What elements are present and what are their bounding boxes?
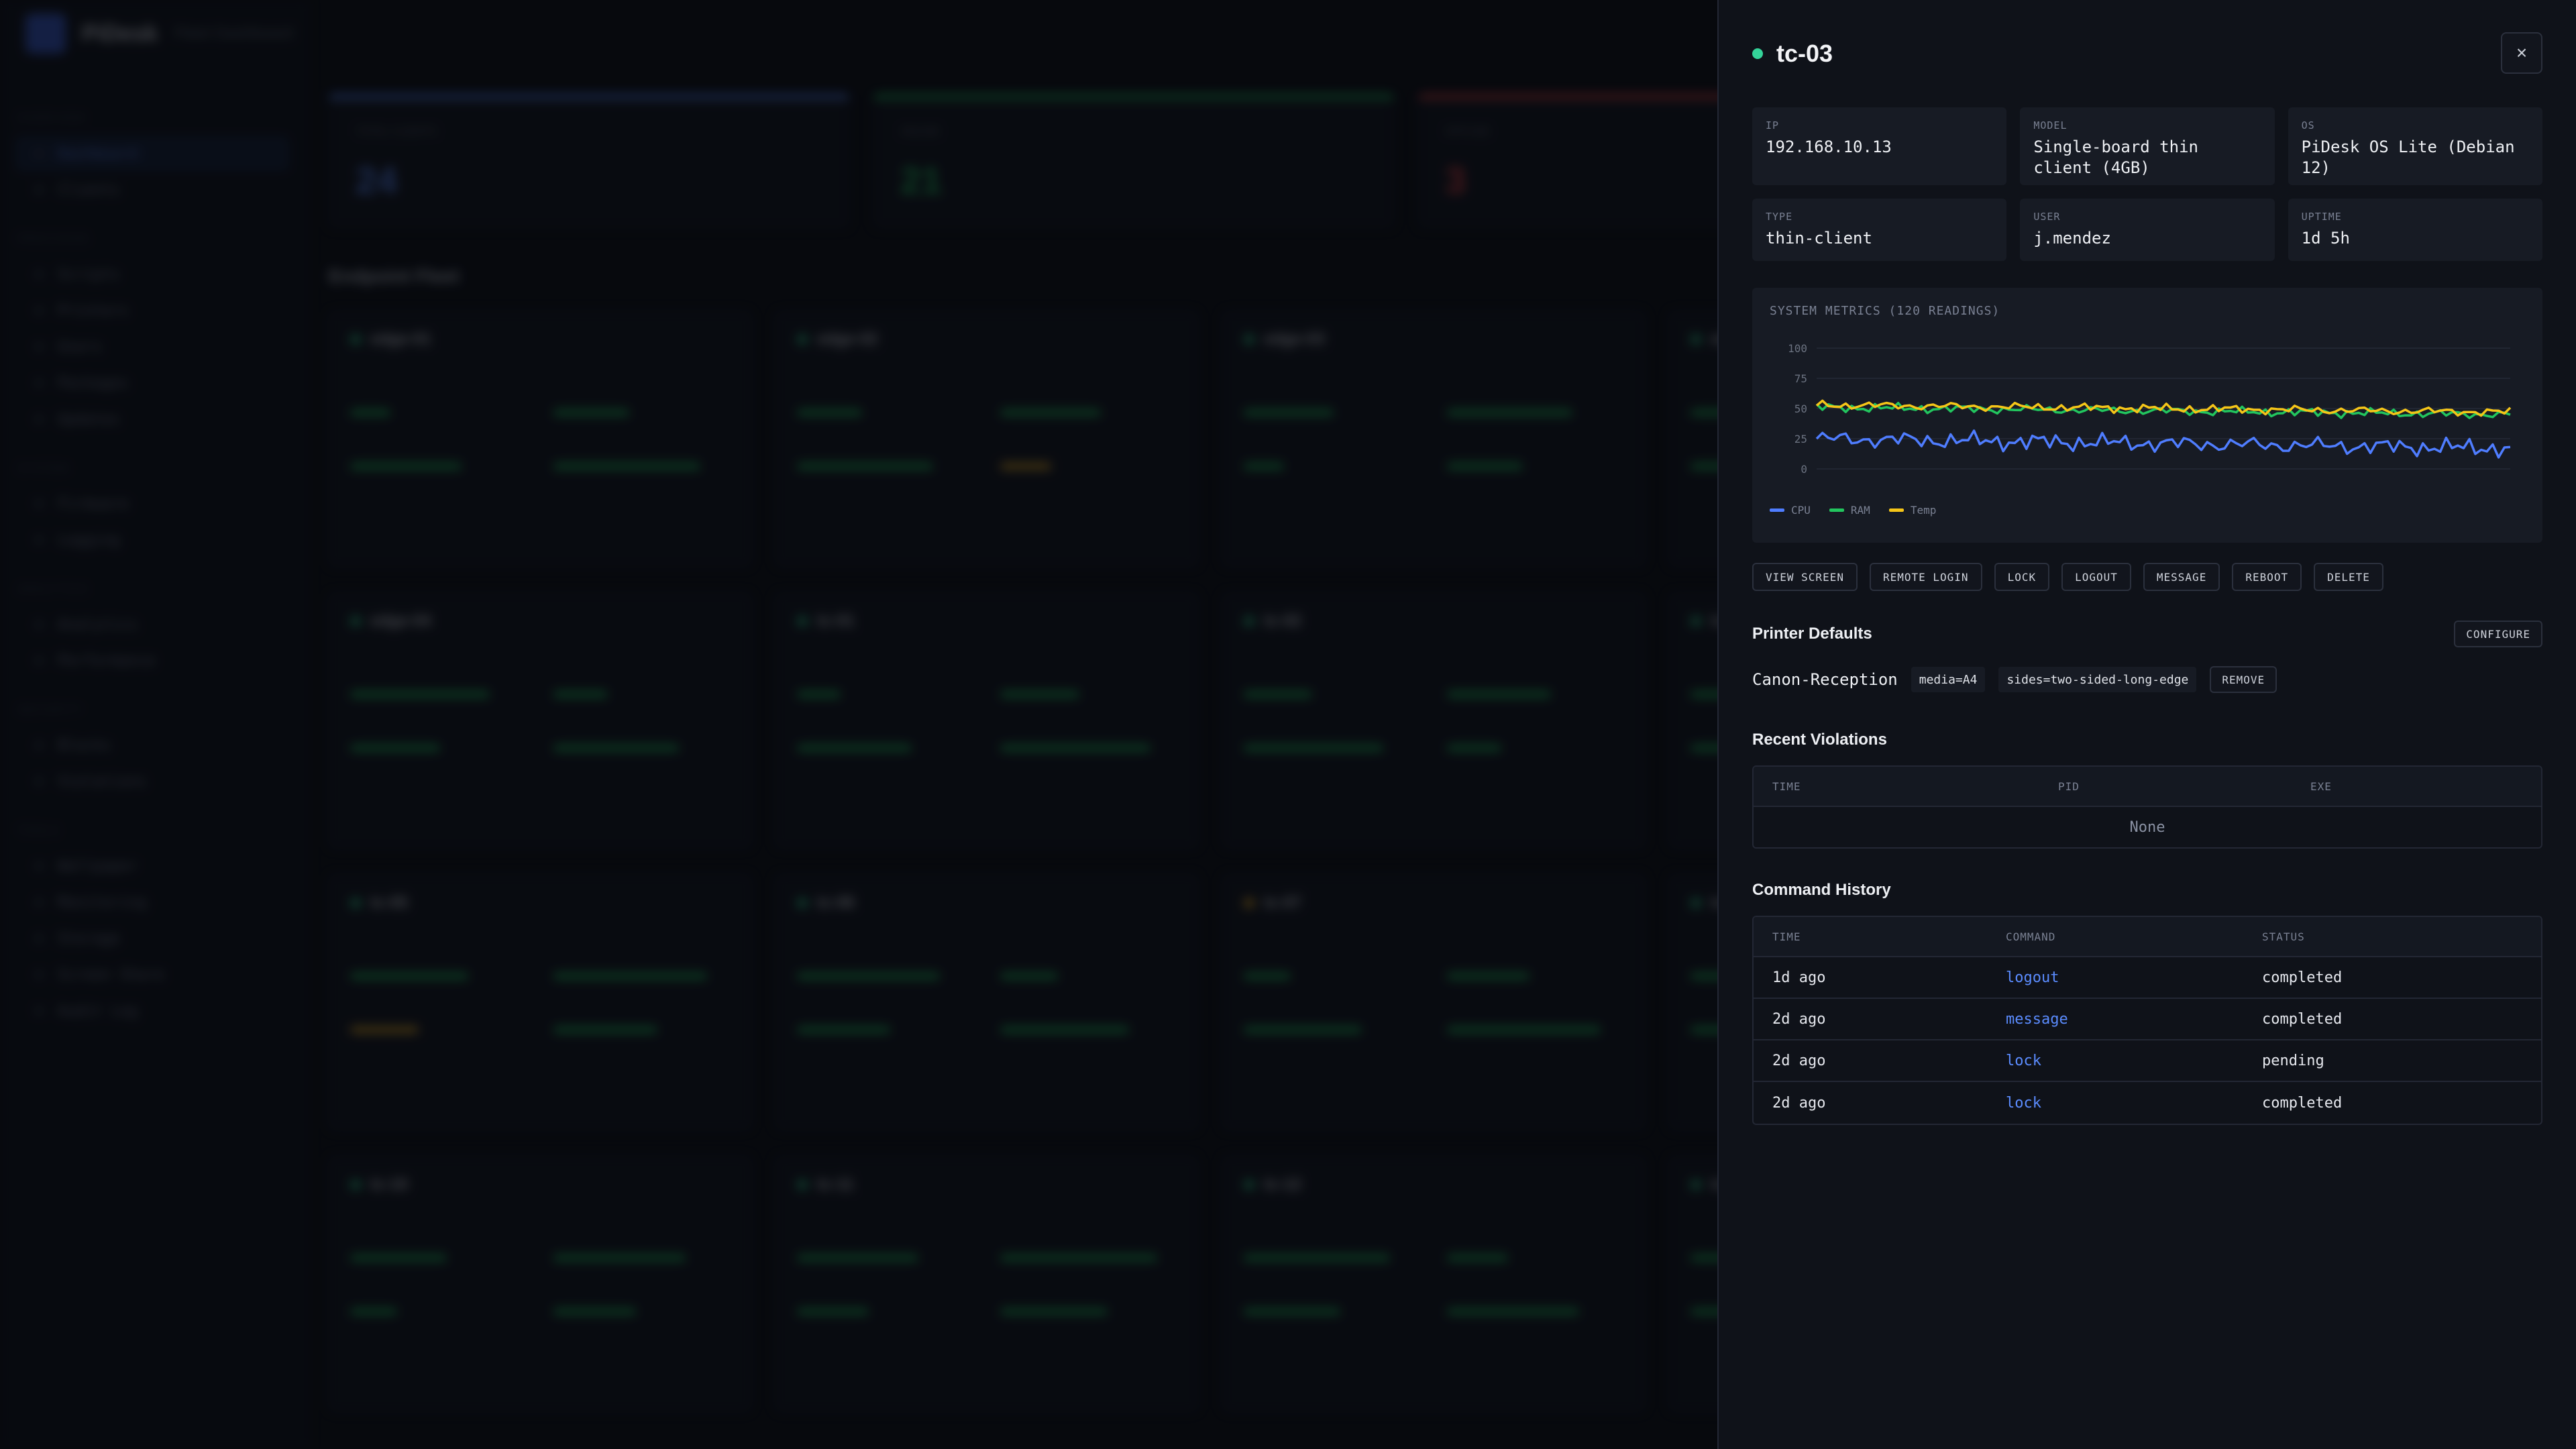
y-tick-label: 25 [1794,433,1807,445]
info-os: OS PiDesk OS Lite (Debian 12) [2288,107,2542,185]
legend-item-cpu: CPU [1770,504,1811,517]
y-tick-label: 50 [1794,402,1807,415]
system-metrics-chart: SYSTEM METRICS (120 READINGS) 100 75 50 25 0… [1752,288,2542,543]
client-info-grid: IP 192.168.10.13 MODEL Single-board thin cl… [1752,107,2542,261]
printer-option-media: media=A4 [1911,667,1986,692]
history-status: completed [2262,1010,2343,1028]
online-status-icon [1752,48,1763,59]
info-user: USER j.mendez [2020,199,2275,261]
history-status: completed [2262,1094,2343,1112]
history-title: Command History [1752,881,1891,899]
legend-item-ram: RAM [1829,504,1870,517]
legend-label: Temp [1910,504,1937,517]
history-status: pending [2262,1052,2324,1069]
info-label: OS [2301,119,2315,131]
message-button[interactable]: MESSAGE [2143,563,2220,591]
info-value: 1d 5h [2301,229,2350,248]
chart-legend: CPU RAM Temp [1770,504,1936,517]
info-uptime: UPTIME 1d 5h [2288,199,2542,261]
printer-row: Canon-Reception media=A4 sides=two-sided… [1752,666,2542,693]
column-header-pid: PID [2058,780,2080,793]
history-command-link[interactable]: lock [2006,1095,2262,1112]
y-tick-label: 75 [1794,372,1807,385]
history-time: 1d ago [1772,969,1826,986]
info-value: PiDesk OS Lite (Debian 12) [2301,138,2515,177]
violations-table-header: TIME PID EXE [1754,767,2541,807]
lock-button[interactable]: LOCK [1994,563,2050,591]
column-header-status: STATUS [2262,930,2305,943]
info-type: TYPE thin-client [1752,199,2007,261]
printer-name: Canon-Reception [1752,670,1898,689]
history-status: completed [2262,969,2343,986]
legend-label: CPU [1791,504,1811,517]
logout-button[interactable]: LOGOUT [2061,563,2131,591]
info-model: MODEL Single-board thin client (4GB) [2020,107,2275,185]
column-header-time: TIME [1772,780,1801,793]
y-tick-label: 0 [1801,463,1807,476]
info-value: 192.168.10.13 [1766,138,1892,156]
info-label: UPTIME [2301,211,2342,223]
y-tick-label: 100 [1788,342,1807,355]
info-label: TYPE [1766,211,1793,223]
info-ip: IP 192.168.10.13 [1752,107,2007,185]
history-command-link[interactable]: message [2006,1011,2262,1028]
table-row: 1d ago logout completed [1754,957,2541,999]
view-screen-button[interactable]: VIEW SCREEN [1752,563,1858,591]
table-row: 2d ago lock completed [1754,1082,2541,1124]
history-command-link[interactable]: logout [2006,969,2262,986]
modal-backdrop[interactable] [0,0,1717,1449]
info-label: USER [2033,211,2061,223]
reboot-button[interactable]: REBOOT [2232,563,2302,591]
action-buttons: VIEW SCREEN REMOTE LOGIN LOCK LOGOUT MESSAGE… [1752,563,2542,591]
table-row: 2d ago message completed [1754,999,2541,1040]
history-rows: 1d ago logout completed 2d ago message comple… [1754,957,2541,1124]
column-header-exe: EXE [2310,780,2332,793]
metrics-title: SYSTEM METRICS (120 READINGS) [1770,304,2000,318]
configure-button[interactable]: CONFIGURE [2454,621,2542,647]
printer-defaults-title: Printer Defaults [1752,625,1872,643]
violations-title: Recent Violations [1752,731,1887,749]
history-table-header: TIME COMMAND STATUS [1754,917,2541,957]
panel-header: tc-03 × [1752,0,2542,107]
info-value: j.mendez [2033,229,2111,248]
history-time: 2d ago [1772,1052,1826,1069]
info-value: Single-board thin client (4GB) [2033,138,2198,177]
history-time: 2d ago [1772,1094,1826,1112]
printer-option-sides: sides=two-sided-long-edge [1998,667,2197,692]
history-time: 2d ago [1772,1010,1826,1028]
series-line-cpu [1815,429,2511,459]
history-header: Command History [1752,881,2542,900]
table-row: 2d ago lock pending [1754,1040,2541,1082]
client-detail-panel: tc-03 × IP 192.168.10.13 MODEL Single-board… [1717,0,2576,1449]
violations-table: TIME PID EXE None [1752,765,2542,849]
remote-login-button[interactable]: REMOTE LOGIN [1869,563,1982,591]
info-label: MODEL [2033,119,2068,131]
column-header-command: COMMAND [2006,930,2056,943]
column-header-time: TIME [1772,930,1801,943]
metrics-line-chart: 100 75 50 25 0 [1788,342,2512,476]
close-button[interactable]: × [2501,32,2542,74]
legend-label: RAM [1850,504,1870,517]
legend-swatch [1829,508,1844,512]
printer-defaults-header: Printer Defaults CONFIGURE [1752,621,2542,647]
panel-title: tc-03 [1776,40,1833,67]
info-label: IP [1766,119,1780,131]
command-history-table: TIME COMMAND STATUS 1d ago logout complete… [1752,916,2542,1125]
delete-button[interactable]: DELETE [2314,563,2383,591]
legend-swatch [1888,508,1904,512]
violations-header: Recent Violations [1752,731,2542,749]
legend-swatch [1770,508,1784,512]
remove-printer-button[interactable]: REMOVE [2210,666,2277,693]
history-command-link[interactable]: lock [2006,1053,2262,1069]
legend-item-temp: Temp [1888,504,1937,517]
violations-empty: None [2129,818,2165,836]
info-value: thin-client [1766,229,1872,248]
